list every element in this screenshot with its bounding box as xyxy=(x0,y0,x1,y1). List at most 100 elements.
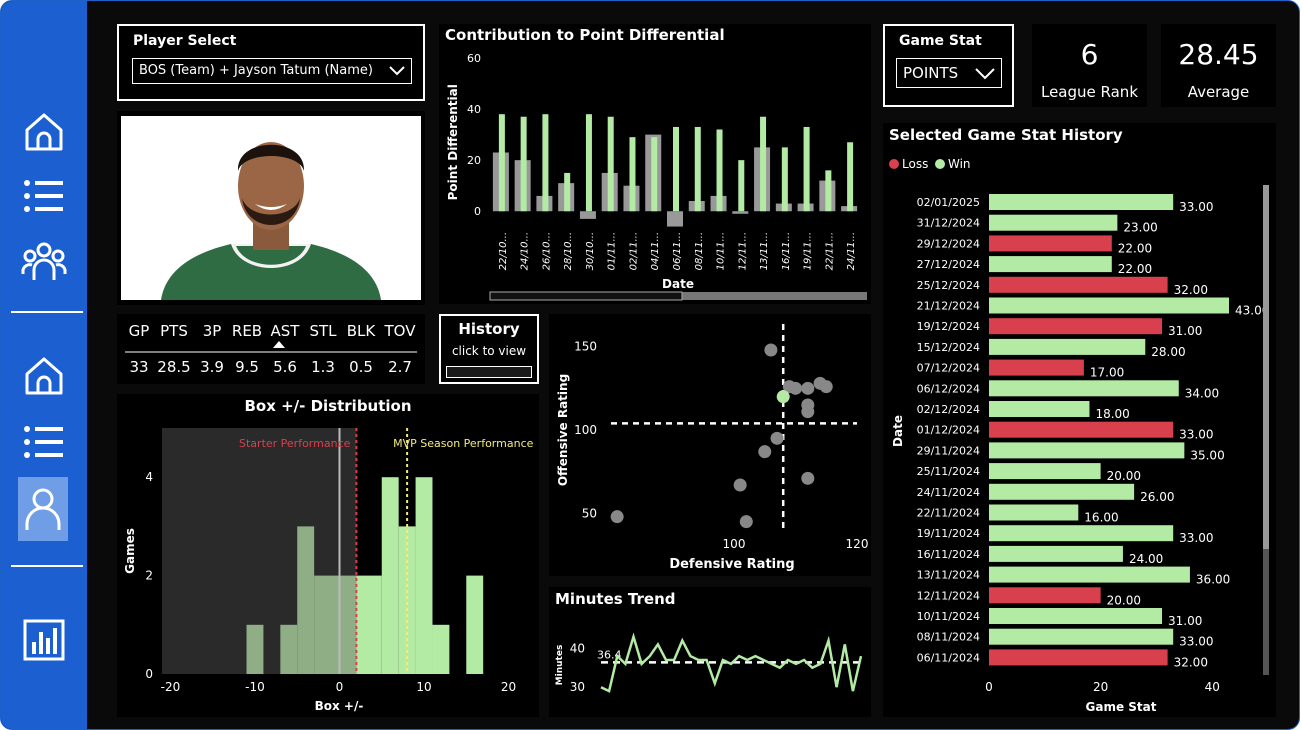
stat-value-label: 34.00 xyxy=(1185,386,1219,400)
row-date-label: 29/11/2024 xyxy=(917,444,980,457)
stat-bar xyxy=(989,421,1174,438)
average-value: 28.45 xyxy=(1178,38,1259,71)
x-tick-label: 01/11... xyxy=(607,232,618,270)
minutes-trend-card: Minutes Trend 30 40 Minutes 36.4 xyxy=(549,587,871,717)
stat-value-label: 22.00 xyxy=(1118,241,1152,255)
home-icon[interactable] xyxy=(19,107,69,157)
x-tick-label: 22/11... xyxy=(824,232,835,270)
row-date-label: 16/11/2024 xyxy=(917,548,980,561)
stat-bar xyxy=(989,380,1179,397)
y-tick-label: 0 xyxy=(474,205,481,218)
contribution-bar xyxy=(651,137,658,212)
y-tick-label: 0 xyxy=(145,667,153,681)
box-distribution-card: Box +/- Distribution Starter Performance M… xyxy=(117,394,539,717)
x-tick-label: 20 xyxy=(1093,680,1108,694)
legend-loss-label: Loss xyxy=(902,157,928,171)
stat-bar xyxy=(989,566,1190,583)
stat-bar xyxy=(989,318,1163,335)
stat-value-pts: 28.5 xyxy=(157,358,190,376)
row-date-label: 02/01/2025 xyxy=(917,196,980,209)
scatter-point xyxy=(733,478,747,492)
y-tick-label: 60 xyxy=(467,52,481,65)
horizontal-scrollbar-thumb xyxy=(489,291,683,301)
stat-value-label: 24.00 xyxy=(1129,552,1163,566)
contribution-bar xyxy=(629,137,636,212)
histogram-bar xyxy=(356,575,382,674)
player-select-title: Player Select xyxy=(133,33,237,49)
people-icon[interactable] xyxy=(19,237,69,287)
vertical-scrollbar-thumb xyxy=(1263,185,1269,549)
contribution-bar xyxy=(542,114,549,212)
y-tick-label: 20 xyxy=(467,154,481,167)
game-stat-dropdown[interactable]: POINTS xyxy=(896,58,1002,88)
histogram-bar xyxy=(297,526,315,674)
minutes-trend-chart: Minutes Trend 30 40 Minutes 36.4 xyxy=(555,590,863,694)
histogram-bar xyxy=(381,477,399,674)
stat-value-label: 18.00 xyxy=(1095,407,1129,421)
x-tick-label: 02/11... xyxy=(628,232,639,270)
scatter-point xyxy=(739,515,753,529)
stat-value-3p: 3.9 xyxy=(200,358,224,376)
stat-value-stl: 1.3 xyxy=(311,358,335,376)
contribution-bar xyxy=(760,116,767,212)
stat-value-label: 23.00 xyxy=(1123,221,1157,235)
game-stat-history-chart: Selected Game Stat History Loss Win 02/01/2… xyxy=(889,126,1269,714)
list-icon[interactable] xyxy=(19,171,69,221)
player-dropdown-value: BOS (Team) + Jayson Tatum (Name) xyxy=(139,63,373,78)
row-date-label: 15/12/2024 xyxy=(917,341,980,354)
y-tick-label: 100 xyxy=(574,423,597,437)
history-slider[interactable] xyxy=(446,366,532,378)
bar-chart-icon[interactable] xyxy=(19,615,69,665)
stat-bar xyxy=(989,463,1101,480)
game-stat-title: Game Stat xyxy=(899,33,982,49)
contribution-bar xyxy=(564,172,571,212)
row-date-label: 27/12/2024 xyxy=(917,258,980,271)
stat-bar xyxy=(989,525,1174,542)
x-tick-label: 13/11... xyxy=(759,232,770,270)
player-dropdown[interactable]: BOS (Team) + Jayson Tatum (Name) xyxy=(132,58,412,84)
mvp-performance-label: MVP Season Performance xyxy=(393,437,534,450)
game-stat-card: Game Stat POINTS xyxy=(883,24,1014,107)
list-icon[interactable] xyxy=(19,417,69,467)
contribution-bar xyxy=(607,116,614,212)
stat-header-blk: BLK xyxy=(347,322,377,340)
stat-header-tov: TOV xyxy=(384,322,417,340)
contribution-bar xyxy=(673,126,679,212)
x-tick-label: 10 xyxy=(416,680,431,694)
x-tick-label: 120 xyxy=(846,537,869,551)
contribution-bar xyxy=(847,142,854,212)
x-tick-label: 40 xyxy=(1205,680,1220,694)
stat-value-label: 28.00 xyxy=(1151,345,1185,359)
scatter-point xyxy=(758,445,772,459)
x-axis-label: Box +/- xyxy=(315,699,364,713)
x-tick-label: 100 xyxy=(723,537,746,551)
row-date-label: 07/12/2024 xyxy=(917,362,980,375)
x-axis-label: Date xyxy=(662,277,694,291)
stat-bar xyxy=(989,545,1123,562)
y-tick-label: 2 xyxy=(145,569,153,583)
chevron-down-icon xyxy=(975,68,995,80)
home-icon[interactable] xyxy=(19,351,69,401)
histogram-bar xyxy=(280,624,298,674)
stat-bar xyxy=(989,401,1090,417)
x-axis-label: Game Stat xyxy=(1086,700,1157,714)
x-tick-label: -10 xyxy=(245,680,265,694)
y-axis-label: Offensive Rating xyxy=(556,374,570,486)
history-button[interactable]: History click to view xyxy=(439,314,539,384)
scatter-point xyxy=(819,380,833,394)
stat-bar xyxy=(989,504,1079,521)
stat-header-gp: GP xyxy=(129,322,150,340)
y-axis-label: Date xyxy=(891,415,905,447)
person-icon[interactable] xyxy=(18,477,68,541)
x-tick-label: 10/11... xyxy=(716,232,727,270)
stat-value-reb: 9.5 xyxy=(235,358,259,376)
league-rank-label: League Rank xyxy=(1040,83,1139,101)
stat-bar xyxy=(989,442,1185,459)
contribution-chart-card: Contribution to Point Differential 0 20 40 6… xyxy=(439,24,871,304)
stat-value-label: 32.00 xyxy=(1174,655,1208,669)
y-tick-label: 50 xyxy=(582,506,597,520)
row-date-label: 29/12/2024 xyxy=(917,237,980,250)
stat-bar xyxy=(989,256,1112,273)
x-tick-label: 26/10... xyxy=(541,232,552,270)
x-tick-label: 30/10... xyxy=(585,232,596,270)
